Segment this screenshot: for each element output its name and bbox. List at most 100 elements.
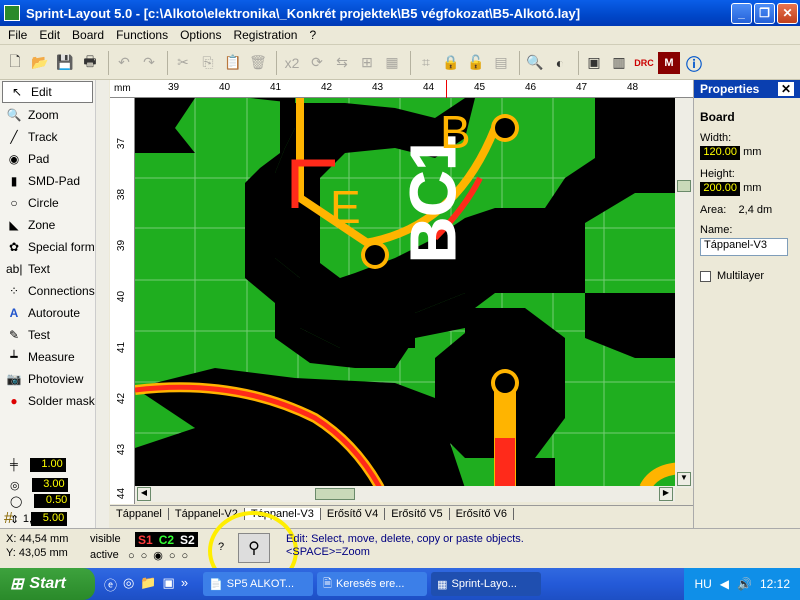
task-pdf[interactable]: 📄 SP5 ALKOT...	[203, 572, 314, 596]
scroll-right-button[interactable]: ▶	[659, 487, 673, 501]
scanned-copy-icon[interactable]: ▣	[583, 52, 605, 74]
ruler-tick: 45	[474, 82, 486, 93]
ie-icon[interactable]: ⓔ	[104, 575, 117, 594]
firefox-icon[interactable]: ◎	[123, 575, 134, 594]
scroll-thumb[interactable]	[677, 180, 691, 192]
menu-file[interactable]: File	[2, 28, 33, 42]
tool-measure[interactable]: ┷ Measure	[0, 346, 95, 368]
title-bar: Sprint-Layout 5.0 - [c:\Alkoto\elektroni…	[0, 0, 800, 26]
mirror-icon[interactable]: ⇆	[331, 52, 353, 74]
info-icon[interactable]: ⓘ	[683, 52, 705, 74]
new-file-icon[interactable]: 🗋	[4, 52, 26, 74]
tool-zoom[interactable]: 🔍 Zoom	[0, 104, 95, 126]
language-indicator[interactable]: HU	[694, 577, 711, 591]
menu-edit[interactable]: Edit	[33, 28, 66, 42]
pad-inner-param[interactable]: ◯ 0.50	[10, 494, 71, 508]
tool-text[interactable]: ab| Text	[0, 258, 95, 280]
app-quick-icon[interactable]: ▣	[163, 575, 175, 594]
tool-panel-scrollbar[interactable]	[95, 80, 109, 528]
open-folder-icon[interactable]: 📂	[29, 52, 51, 74]
tool-connections[interactable]: ⁘ Connections	[0, 280, 95, 302]
layer-icon[interactable]: ▤	[490, 52, 512, 74]
tab-erosito-v5[interactable]: Erősítő V5	[385, 508, 450, 520]
pin-label-b: B	[440, 106, 471, 158]
tool-solder-mask[interactable]: ● Solder mask	[0, 390, 95, 412]
task-sprint-layout[interactable]: ▦ Sprint-Layo...	[431, 572, 542, 596]
layer-s1[interactable]: S1	[135, 533, 156, 547]
duplicate-button[interactable]: x2	[281, 52, 303, 74]
height-field[interactable]: 200.00	[700, 182, 740, 196]
delete-icon[interactable]: 🗑	[247, 52, 269, 74]
start-button[interactable]: ⊞ Start	[0, 568, 95, 600]
unlock-icon[interactable]: 🔓	[465, 52, 487, 74]
info-panel-icon[interactable]: ▥	[608, 52, 630, 74]
menu-registration[interactable]: Registration	[227, 28, 303, 42]
task-search[interactable]: 🗎 Keresés ere...	[317, 572, 428, 596]
multilayer-row[interactable]: Multilayer	[700, 270, 794, 282]
smd-pad-icon: ▮	[10, 174, 18, 188]
redo-icon[interactable]: ↷	[138, 52, 160, 74]
macro-icon[interactable]: M	[658, 51, 680, 74]
multilayer-checkbox[interactable]	[700, 270, 711, 282]
menu-help[interactable]: ?	[303, 28, 322, 42]
tool-circle[interactable]: ○ Circle	[0, 192, 95, 214]
tool-edit[interactable]: ↖ Edit	[2, 81, 93, 103]
cut-icon[interactable]: ✂	[172, 52, 194, 74]
canvas-horizontal-scrollbar[interactable]: ◀ ▶	[135, 486, 675, 502]
save-icon[interactable]: 💾	[54, 52, 76, 74]
restore-button[interactable]: ❐	[754, 2, 775, 24]
ruler-tick: 37	[116, 137, 128, 150]
canvas-vertical-scrollbar[interactable]: ▼	[675, 98, 693, 488]
menu-board[interactable]: Board	[66, 28, 110, 42]
paste-icon[interactable]: 📋	[222, 52, 244, 74]
component-icon[interactable]: ⌗	[415, 52, 437, 74]
layer-radios[interactable]: ○○◉○○	[128, 549, 194, 562]
folder-icon[interactable]: 📁	[140, 575, 156, 594]
board-canvas[interactable]: mm 39 40 41 42 43 44 45 46 47 48 37 38 3…	[110, 80, 693, 504]
tool-photoview[interactable]: 📷 Photoview	[0, 368, 95, 390]
rotate-icon[interactable]: ⟳	[306, 52, 328, 74]
scroll-down-button[interactable]: ▼	[677, 472, 691, 486]
tool-track[interactable]: ╱ Track	[0, 126, 95, 148]
smd-size-param[interactable]: ⇕ 5.00	[10, 512, 68, 526]
close-icon[interactable]: ✕	[777, 82, 794, 96]
scroll-thumb[interactable]	[315, 488, 355, 500]
tool-zone[interactable]: ◣ Zone	[0, 214, 95, 236]
tool-autoroute[interactable]: A Autoroute	[0, 302, 95, 324]
volume-icon[interactable]: 🔊	[737, 577, 752, 591]
pad-icon: ◉	[8, 152, 20, 166]
menu-options[interactable]: Options	[174, 28, 227, 42]
zoom-icon[interactable]: 🔍	[524, 52, 546, 74]
pad-outer-param[interactable]: ◎ 3.00	[10, 478, 68, 492]
tray-icon[interactable]: ◀	[720, 577, 729, 591]
align-icon[interactable]: ⊞	[356, 52, 378, 74]
tool-smd-pad[interactable]: ▮ SMD-Pad	[0, 170, 95, 192]
track-width-param[interactable]: ╪ 1.00	[10, 458, 66, 472]
tool-pad[interactable]: ◉ Pad	[0, 148, 95, 170]
pcb-board[interactable]: BC1 B E	[135, 98, 685, 488]
drc-icon[interactable]: DRC	[633, 52, 655, 74]
more-icon[interactable]: »	[181, 575, 188, 594]
tool-test[interactable]: ✎ Test	[0, 324, 95, 346]
contrast-icon[interactable]: ◐	[549, 52, 571, 74]
print-icon[interactable]: 🖶	[79, 52, 101, 74]
layer-c2[interactable]: C2	[156, 533, 177, 547]
tab-tappanel[interactable]: Táppanel	[110, 508, 169, 520]
width-field[interactable]: 120.00	[700, 146, 740, 160]
copy-icon[interactable]: ⎘	[197, 52, 219, 74]
ruler-unit: mm	[114, 83, 131, 94]
scroll-left-button[interactable]: ◀	[137, 487, 151, 501]
minimize-button[interactable]: _	[731, 2, 752, 24]
layer-selector[interactable]: S1 C2 S2	[135, 532, 198, 547]
tab-erosito-v4[interactable]: Erősítő V4	[321, 508, 386, 520]
group-icon[interactable]: ▦	[381, 52, 403, 74]
close-button[interactable]: ✕	[777, 2, 798, 24]
board-name-field[interactable]: Táppanel-V3	[700, 238, 788, 256]
tab-erosito-v6[interactable]: Erősítő V6	[450, 508, 514, 520]
menu-functions[interactable]: Functions	[110, 28, 174, 42]
layer-s2[interactable]: S2	[177, 533, 198, 547]
tool-special-form[interactable]: ✿ Special form	[0, 236, 95, 258]
width-label: Width:	[700, 132, 732, 144]
undo-icon[interactable]: ↶	[113, 52, 135, 74]
lock-icon[interactable]: 🔒	[440, 52, 462, 74]
